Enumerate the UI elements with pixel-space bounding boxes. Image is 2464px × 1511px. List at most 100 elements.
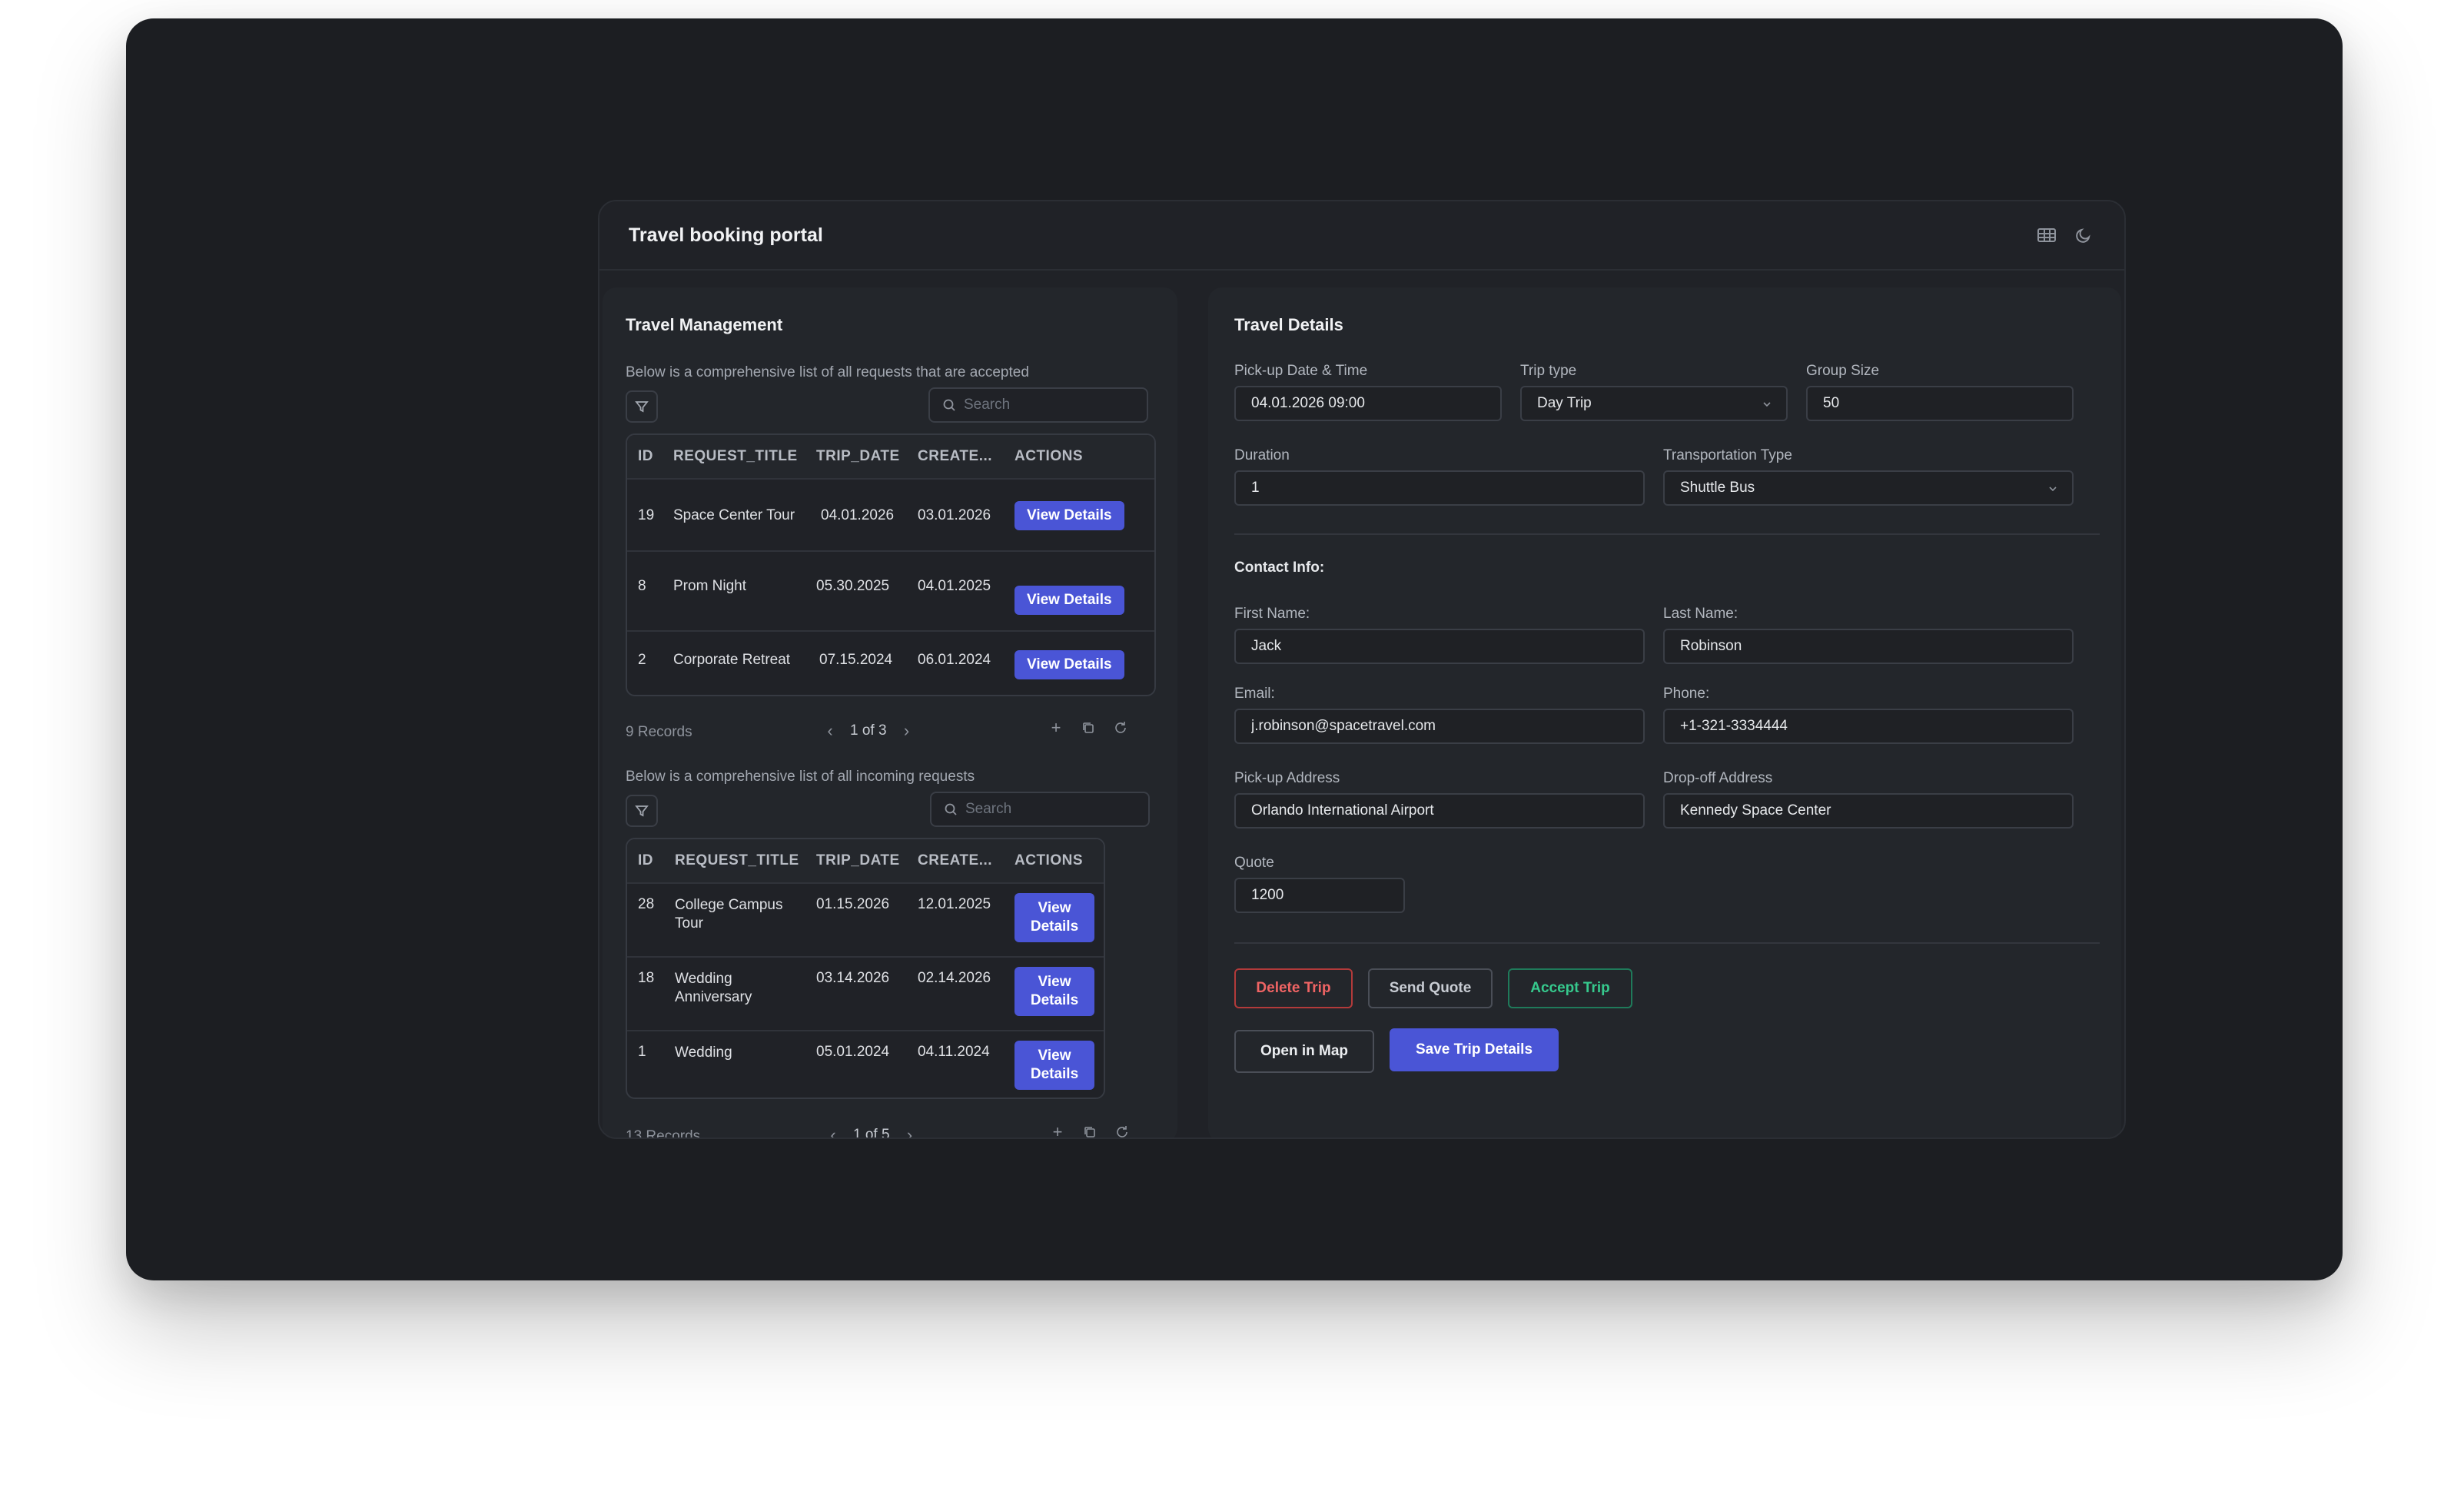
- pickup-datetime-field[interactable]: [1234, 386, 1502, 421]
- delete-trip-button[interactable]: Delete Trip: [1234, 968, 1353, 1008]
- row-title: Wedding: [675, 1044, 732, 1061]
- panel-title: Travel Management: [626, 315, 783, 334]
- col-actions: ACTIONS: [1014, 852, 1083, 868]
- pickup-address-label: Pick-up Address: [1234, 770, 1340, 786]
- refresh-icon[interactable]: [1111, 1124, 1133, 1137]
- divider: [1234, 942, 2100, 944]
- chevron-right-icon[interactable]: ›: [896, 721, 918, 741]
- travel-details-panel: Travel Details Pick-up Date & Time Trip …: [1208, 287, 2121, 1137]
- pickup-address-input[interactable]: [1251, 802, 1628, 819]
- copy-icon[interactable]: [1078, 720, 1099, 736]
- last-name-input[interactable]: [1680, 638, 2057, 655]
- view-details-button[interactable]: View Details: [1014, 1041, 1094, 1090]
- last-name-label: Last Name:: [1663, 606, 1738, 622]
- filter-icon: [635, 805, 649, 817]
- search-field[interactable]: [965, 801, 1119, 818]
- chevron-left-icon[interactable]: ‹: [822, 1125, 844, 1137]
- table-row: 19 Space Center Tour 04.01.2026 03.01.20…: [627, 478, 1154, 550]
- col-request-title[interactable]: REQUEST_TITLE: [662, 448, 805, 465]
- moon-icon[interactable]: [2072, 224, 2095, 247]
- search-input[interactable]: [930, 792, 1150, 827]
- quote-input[interactable]: [1251, 887, 1388, 904]
- first-name-label: First Name:: [1234, 606, 1310, 622]
- table-tools: +: [1045, 718, 1131, 738]
- transport-type-select[interactable]: Shuttle Bus: [1663, 470, 2074, 506]
- phone-input[interactable]: [1680, 718, 2057, 735]
- col-id[interactable]: ID: [627, 852, 664, 869]
- dropoff-address-field[interactable]: [1663, 793, 2074, 829]
- group-size-label: Group Size: [1806, 363, 1880, 379]
- search-input[interactable]: [928, 387, 1148, 423]
- duration-input[interactable]: [1251, 480, 1628, 496]
- open-in-map-button[interactable]: Open in Map: [1234, 1030, 1374, 1073]
- table-row: 1 Wedding 05.01.2024 04.11.2024 View Det…: [627, 1030, 1104, 1098]
- view-details-button[interactable]: View Details: [1014, 586, 1124, 615]
- trip-type-select[interactable]: Day Trip: [1520, 386, 1788, 421]
- search-field[interactable]: [964, 397, 1117, 413]
- refresh-icon[interactable]: [1110, 720, 1131, 736]
- email-field[interactable]: [1234, 709, 1645, 744]
- accept-trip-button[interactable]: Accept Trip: [1508, 968, 1632, 1008]
- send-quote-button[interactable]: Send Quote: [1368, 968, 1493, 1008]
- row-id: 8: [638, 578, 646, 594]
- chevron-left-icon[interactable]: ‹: [819, 721, 841, 741]
- quote-field[interactable]: [1234, 878, 1405, 913]
- records-label: 13 Records: [626, 1128, 701, 1139]
- incoming-description: Below is a comprehensive list of all inc…: [626, 769, 975, 785]
- filter-button[interactable]: [626, 390, 658, 423]
- table-row: 8 Prom Night 05.30.2025 04.01.2025 View …: [627, 550, 1154, 630]
- table-tools: +: [1047, 1122, 1133, 1137]
- row-trip-date: 05.01.2024: [816, 1044, 890, 1060]
- plus-icon[interactable]: +: [1045, 718, 1067, 738]
- copy-icon[interactable]: [1079, 1124, 1101, 1137]
- email-input[interactable]: [1251, 718, 1628, 735]
- filter-button[interactable]: [626, 795, 658, 827]
- save-trip-button[interactable]: Save Trip Details: [1390, 1028, 1559, 1071]
- first-name-field[interactable]: [1234, 629, 1645, 664]
- first-name-input[interactable]: [1251, 638, 1628, 655]
- page-indicator: 1 of 5: [853, 1127, 890, 1139]
- accepted-table: ID REQUEST_TITLE TRIP_DATE CREATE... ACT…: [626, 433, 1156, 696]
- last-name-field[interactable]: [1663, 629, 2074, 664]
- col-created[interactable]: CREATE...: [907, 852, 1004, 869]
- phone-field[interactable]: [1663, 709, 2074, 744]
- pagination: ‹ 1 of 5 ›: [822, 1125, 921, 1139]
- group-size-field[interactable]: [1806, 386, 2074, 421]
- row-created: 06.01.2024: [918, 652, 991, 668]
- table-row: 28 College Campus Tour 01.15.2026 12.01.…: [627, 882, 1104, 956]
- view-details-button[interactable]: View Details: [1014, 893, 1094, 942]
- view-details-button[interactable]: View Details: [1014, 650, 1124, 679]
- chevron-down-icon: [1762, 397, 1772, 414]
- pickup-datetime-input[interactable]: [1251, 395, 1485, 412]
- email-label: Email:: [1234, 686, 1275, 702]
- pickup-address-field[interactable]: [1234, 793, 1645, 829]
- col-trip-date[interactable]: TRIP_DATE: [805, 448, 907, 465]
- group-size-input[interactable]: [1823, 395, 2057, 412]
- chevron-right-icon[interactable]: ›: [899, 1125, 921, 1137]
- row-title: Space Center Tour: [673, 507, 795, 523]
- accepted-description: Below is a comprehensive list of all req…: [626, 364, 1029, 380]
- row-id: 2: [638, 652, 646, 668]
- duration-field[interactable]: [1234, 470, 1645, 506]
- col-id[interactable]: ID: [627, 448, 662, 465]
- panel-title: Travel Details: [1234, 315, 1343, 334]
- view-details-button[interactable]: View Details: [1014, 501, 1124, 530]
- header-actions: [2035, 224, 2095, 247]
- transport-type-value: Shuttle Bus: [1680, 480, 1755, 496]
- search-icon: [945, 803, 957, 815]
- col-request-title[interactable]: REQUEST_TITLE: [664, 852, 805, 869]
- row-actions: View Details: [1004, 893, 1104, 942]
- view-details-button[interactable]: View Details: [1014, 967, 1094, 1016]
- row-actions: View Details: [1004, 575, 1134, 615]
- table-icon[interactable]: [2035, 224, 2058, 247]
- row-title: Prom Night: [673, 578, 747, 594]
- dropoff-address-input[interactable]: [1680, 802, 2057, 819]
- plus-icon[interactable]: +: [1047, 1122, 1068, 1137]
- col-actions: ACTIONS: [1014, 448, 1083, 464]
- col-trip-date[interactable]: TRIP_DATE: [805, 852, 907, 869]
- row-id: 28: [638, 896, 655, 912]
- travel-management-panel: Travel Management Below is a comprehensi…: [603, 287, 1177, 1139]
- row-created: 04.11.2024: [918, 1044, 990, 1060]
- col-created[interactable]: CREATE...: [907, 448, 1004, 465]
- records-label: 9 Records: [626, 724, 692, 740]
